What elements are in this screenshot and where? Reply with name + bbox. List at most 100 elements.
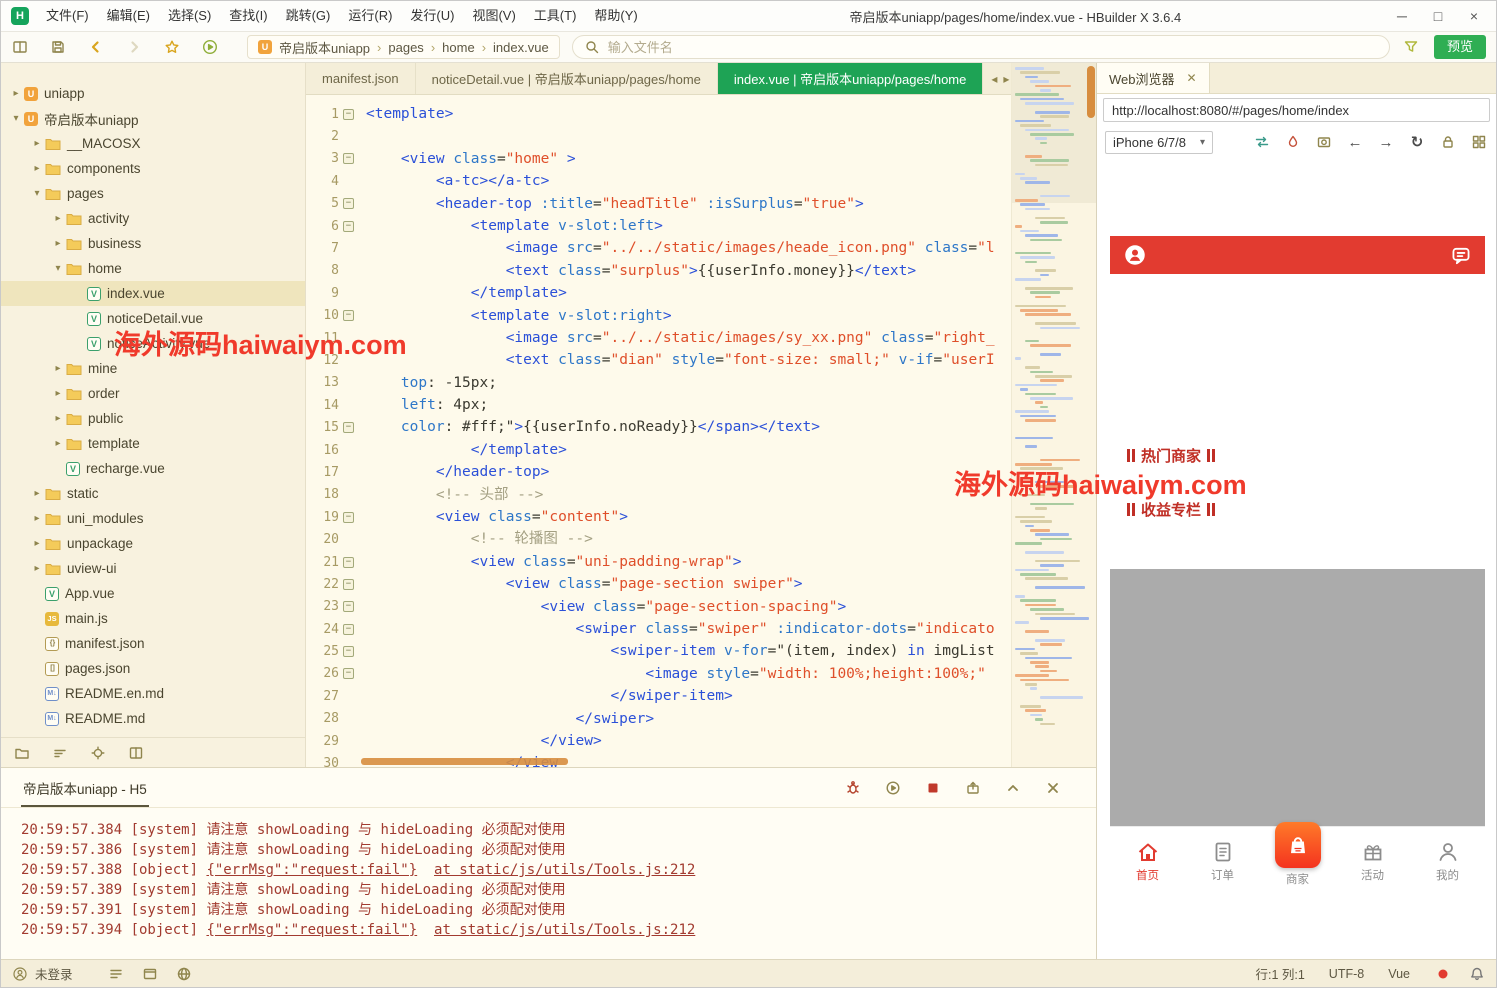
back-icon[interactable] — [87, 38, 105, 56]
nav-item-首页[interactable]: 首页 — [1110, 827, 1185, 896]
new-folder-icon[interactable] — [13, 744, 31, 762]
console-tab[interactable]: 帝启版本uniapp - H5 — [21, 768, 149, 807]
url-input[interactable] — [1103, 98, 1490, 122]
breadcrumb[interactable]: U 帝启版本uniapp›pages›home›index.vue — [247, 35, 560, 59]
collapse-all-icon[interactable] — [51, 744, 69, 762]
tree-item-index.vue[interactable]: Vindex.vue — [1, 281, 305, 306]
fold-toggle[interactable]: − — [343, 646, 354, 657]
fold-toggle[interactable]: − — [343, 512, 354, 523]
close-button[interactable]: × — [1456, 1, 1492, 31]
browser-tab[interactable]: Web浏览器 ✕ — [1097, 63, 1210, 93]
menu-编辑(E)[interactable]: 编辑(E) — [98, 1, 159, 31]
tree-item-order[interactable]: ▸order — [1, 381, 305, 406]
console-link[interactable]: at static/js/utils/Tools.js:212 — [434, 862, 695, 878]
tab-scroll-left-icon[interactable]: ◂ — [991, 72, 997, 86]
expand-arrow-icon[interactable]: ▸ — [51, 213, 65, 224]
screenshot-icon[interactable] — [1315, 133, 1333, 151]
minimize-button[interactable]: ─ — [1384, 1, 1420, 31]
tree-item-unpackage[interactable]: ▸unpackage — [1, 531, 305, 556]
menu-跳转(G)[interactable]: 跳转(G) — [277, 1, 340, 31]
fold-toggle[interactable]: − — [343, 221, 354, 232]
login-status[interactable]: 未登录 — [11, 964, 73, 983]
tree-item-template[interactable]: ▸template — [1, 431, 305, 456]
fold-toggle[interactable]: − — [343, 601, 354, 612]
bell-icon[interactable] — [1468, 965, 1486, 983]
palette-icon[interactable] — [1284, 133, 1302, 151]
tab-scroll-right-icon[interactable]: ▸ — [1003, 72, 1009, 86]
tree-item-App.vue[interactable]: VApp.vue — [1, 581, 305, 606]
fold-toggle[interactable]: − — [343, 422, 354, 433]
breadcrumb-item[interactable]: home — [442, 40, 475, 55]
tree-item-noticeDetail.vue[interactable]: VnoticeDetail.vue — [1, 306, 305, 331]
expand-arrow-icon[interactable]: ▸ — [30, 563, 44, 574]
list-icon[interactable] — [107, 965, 125, 983]
globe-icon[interactable] — [175, 965, 193, 983]
horizontal-scrollbar[interactable] — [361, 758, 568, 765]
locate-icon[interactable] — [89, 744, 107, 762]
rotate-icon[interactable] — [1253, 133, 1271, 151]
lock-icon[interactable] — [1439, 133, 1457, 151]
tree-item-README.en.md[interactable]: M↓README.en.md — [1, 681, 305, 706]
tree-item-business[interactable]: ▸business — [1, 231, 305, 256]
stop-icon[interactable] — [924, 779, 942, 797]
record-icon[interactable] — [1434, 965, 1452, 983]
export-icon[interactable] — [964, 779, 982, 797]
encoding-indicator[interactable]: UTF-8 — [1329, 967, 1364, 981]
tree-item-README.md[interactable]: M↓README.md — [1, 706, 305, 731]
file-search-box[interactable] — [572, 35, 1390, 59]
save-icon[interactable] — [49, 38, 67, 56]
expand-arrow-icon[interactable]: ▾ — [30, 188, 44, 199]
tree-item-uview-ui[interactable]: ▸uview-ui — [1, 556, 305, 581]
expand-arrow-icon[interactable]: ▾ — [51, 263, 65, 274]
editor-tab[interactable]: index.vue | 帝启版本uniapp/pages/home — [718, 63, 983, 94]
expand-arrow-icon[interactable]: ▸ — [51, 413, 65, 424]
fold-toggle[interactable]: − — [343, 310, 354, 321]
tree-item-mine[interactable]: ▸mine — [1, 356, 305, 381]
expand-arrow-icon[interactable]: ▸ — [51, 388, 65, 399]
filter-icon[interactable] — [1402, 38, 1420, 56]
code-lines[interactable]: <template> <view class="home" > <a-tc></… — [358, 95, 1011, 767]
nav-item-活动[interactable]: 活动 — [1335, 827, 1410, 896]
tree-item-pages.json[interactable]: [ ]pages.json — [1, 656, 305, 681]
search-input[interactable] — [608, 40, 1379, 55]
tree-item-components[interactable]: ▸components — [1, 156, 305, 181]
run-icon[interactable] — [201, 38, 219, 56]
tree-item-main.js[interactable]: JSmain.js — [1, 606, 305, 631]
tree-item-__MACOSX[interactable]: ▸__MACOSX — [1, 131, 305, 156]
expand-arrow-icon[interactable]: ▾ — [9, 113, 23, 124]
menu-视图(V)[interactable]: 视图(V) — [463, 1, 524, 31]
expand-arrow-icon[interactable]: ▸ — [30, 163, 44, 174]
nav-item-商家[interactable]: 商家 — [1260, 827, 1335, 896]
fold-toggle[interactable]: − — [343, 198, 354, 209]
refresh-icon[interactable]: ↻ — [1408, 133, 1426, 151]
star-icon[interactable] — [163, 38, 181, 56]
restart-icon[interactable] — [884, 779, 902, 797]
tree-item-uniapp[interactable]: ▸Uuniapp — [1, 81, 305, 106]
breadcrumb-item[interactable]: 帝启版本uniapp — [279, 38, 370, 57]
nav-forward-icon[interactable]: → — [1377, 133, 1395, 151]
breadcrumb-item[interactable]: pages — [388, 40, 423, 55]
close-icon[interactable]: ✕ — [1187, 71, 1197, 85]
fold-toggle[interactable]: − — [343, 579, 354, 590]
menu-文件(F)[interactable]: 文件(F) — [37, 1, 98, 31]
menu-运行(R)[interactable]: 运行(R) — [339, 1, 401, 31]
expand-arrow-icon[interactable]: ▸ — [30, 138, 44, 149]
chat-icon[interactable] — [1450, 244, 1472, 266]
nav-back-icon[interactable]: ← — [1346, 133, 1364, 151]
kill-icon[interactable] — [1044, 779, 1062, 797]
expand-arrow-icon[interactable]: ▸ — [9, 88, 23, 99]
tree-item-public[interactable]: ▸public — [1, 406, 305, 431]
menu-发行(U)[interactable]: 发行(U) — [401, 1, 463, 31]
device-select[interactable]: iPhone 6/7/8 ▾ — [1105, 131, 1213, 154]
tree-item-home[interactable]: ▾home — [1, 256, 305, 281]
expand-arrow-icon[interactable]: ▸ — [30, 488, 44, 499]
panes-icon[interactable] — [11, 38, 29, 56]
language-mode[interactable]: Vue — [1388, 967, 1410, 981]
fold-toggle[interactable]: − — [343, 557, 354, 568]
columns-icon[interactable] — [127, 744, 145, 762]
expand-arrow-icon[interactable]: ▸ — [30, 538, 44, 549]
expand-arrow-icon[interactable]: ▸ — [51, 238, 65, 249]
preview-button[interactable]: 预览 — [1434, 35, 1486, 59]
nav-item-订单[interactable]: 订单 — [1185, 827, 1260, 896]
editor-tab[interactable]: manifest.json — [306, 63, 416, 94]
